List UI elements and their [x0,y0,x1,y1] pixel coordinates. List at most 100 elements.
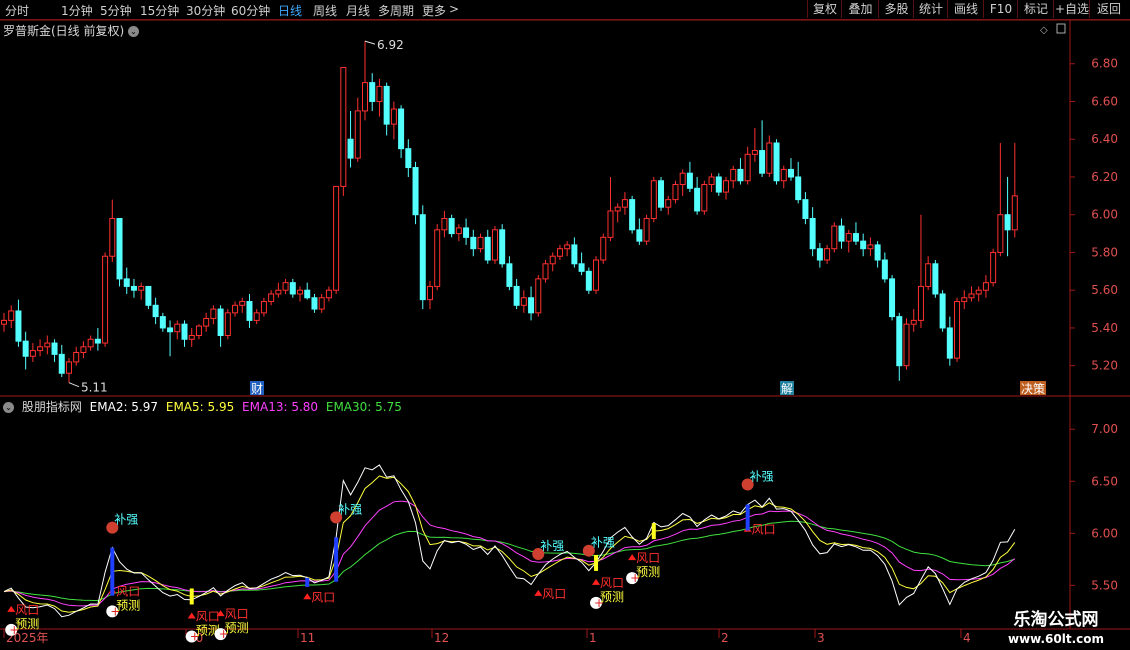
main-chart-title[interactable]: 罗普斯金(日线 前复权) ⌄ [3,22,140,39]
signal-bar [110,547,115,596]
candle [737,168,744,182]
toolbar-button[interactable]: 返回 [1089,0,1128,18]
period-tab[interactable]: 30分钟 [186,2,225,19]
toolbar-button[interactable]: 画线 [947,0,984,18]
arrow-up-icon [108,587,117,594]
window-icon[interactable] [1056,23,1066,34]
candle [130,285,137,291]
candle [874,244,881,261]
candle [253,312,260,321]
candle [954,301,961,359]
candle [759,150,766,174]
candlestick-chart[interactable]: 6.80 6.60 6.40 6.20 6.00 5.80 5.60 5.40 5.20 7.00… [0,0,1130,650]
candle [282,282,289,291]
x-tick-label: 2025年 [6,631,49,645]
strong-icon [741,478,754,491]
toolbar-button[interactable]: 统计 [913,0,948,18]
event-marker-bg[interactable] [1020,381,1046,395]
toolbar-button[interactable]: 多股 [878,0,914,18]
toolbar-button[interactable]: 复权 [807,0,842,18]
strong-label: 补强 [591,536,615,550]
candle [585,270,592,291]
candle [441,217,448,231]
period-tab[interactable]: 60分钟 [231,2,270,19]
candle [968,293,975,299]
signal-bar [594,554,599,571]
wind-label: 风口 [311,590,335,604]
candle [881,259,888,280]
chevron-down-icon[interactable]: ⌄ [128,26,140,37]
period-tab[interactable]: 更多 [422,2,446,19]
x-tick-label: 12 [434,631,449,645]
candle [174,323,181,333]
event-marker-label: 财 [251,382,263,396]
candle [621,199,628,208]
period-tab[interactable]: 周线 [313,2,337,19]
wind-label: 风口 [636,551,660,565]
candle [787,168,794,178]
strong-icon [106,521,119,534]
period-tab[interactable]: 月线 [346,2,370,19]
candle [362,82,368,112]
candle [990,251,997,284]
candle [15,310,22,342]
arrow-up-icon [216,610,225,617]
candle [203,318,210,327]
candle [715,176,722,193]
candle [665,199,672,208]
predict-plus: + [219,627,229,641]
period-tab[interactable]: 15分钟 [140,2,179,19]
predict-plus: + [594,596,604,610]
more-arrow-icon[interactable]: > [449,2,459,16]
strong-label: 补强 [114,513,138,527]
indicator-name[interactable]: 股朋指标网 [22,400,82,414]
diamond-icon: ◇ [1040,25,1048,36]
toolbar-button[interactable]: +自选 [1053,0,1090,18]
candle [593,259,600,291]
x-tick-label: 4 [963,631,971,645]
period-tab[interactable]: 日线 [278,2,302,19]
period-tab[interactable]: 分时 [5,2,29,19]
toolbar-button[interactable]: F10 [983,0,1018,18]
predict-plus: + [9,623,19,637]
ema30-value: EMA30: 5.75 [325,400,402,414]
candle [455,227,462,235]
event-marker-bg[interactable] [250,381,264,395]
candle [896,316,903,367]
chevron-down-icon[interactable]: ⌄ [3,402,14,413]
candle [607,210,614,238]
stock-title: 罗普斯金(日线 前复权) [3,24,125,38]
candle [246,301,253,321]
candle [354,110,361,159]
candle [643,217,650,242]
candle [102,255,109,344]
candle [195,325,202,336]
candle [463,227,470,238]
period-tab[interactable]: 多周期 [378,2,414,19]
ind-y-tick-label: 6.00 [1091,526,1118,540]
wind-label: 风口 [542,587,566,601]
candle [491,229,498,261]
candle [8,310,15,321]
period-tab[interactable]: 5分钟 [100,2,132,19]
candle [448,217,455,235]
event-marker-bg[interactable] [780,381,794,395]
arrow-up-icon [187,612,196,619]
ema5-value: EMA5: 5.95 [165,400,235,414]
predict-label: 预测 [636,565,660,579]
candle [867,244,874,250]
strong-label: 补强 [540,539,564,553]
candle [939,293,946,329]
ind-y-tick-label: 6.50 [1091,474,1118,488]
candle [751,150,758,155]
candle [542,263,549,280]
toolbar-button[interactable]: 标记 [1017,0,1054,18]
candle [22,340,29,357]
toolbar-button[interactable]: 叠加 [841,0,879,18]
candle [636,229,643,242]
candle [780,168,787,182]
candle [94,338,101,344]
period-tab[interactable]: 1分钟 [61,2,93,19]
ema30-line [3,520,1015,602]
candle [513,285,520,306]
